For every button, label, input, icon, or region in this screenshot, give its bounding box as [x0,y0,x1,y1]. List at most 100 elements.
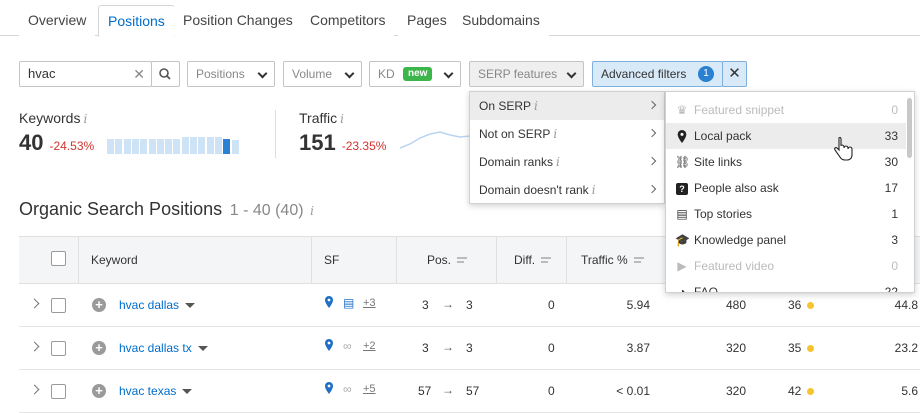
pos-from: 57 [418,384,432,398]
sparkline-bar [140,139,148,154]
tab-pages[interactable]: Pages [398,5,456,36]
keyword-link[interactable]: hvac dallas tx [119,341,208,355]
tab-subdomains[interactable]: Subdomains [453,5,549,36]
crown-icon: ♛ [676,103,688,117]
traffic-metric[interactable]: Traffic i [299,110,344,126]
tab-position-changes[interactable]: Position Changes [174,5,302,36]
info-icon[interactable]: i [340,112,344,126]
feature-item[interactable]: Local pack 33 [666,123,906,149]
sparkline-bar [231,140,239,154]
diff-value: 0 [548,384,555,398]
keywords-change: -24.53% [49,139,95,153]
serp-features-label: SERP features [478,67,558,81]
feature-item[interactable]: ? People also ask 17 [666,175,906,201]
hand-cursor-icon [834,137,853,161]
feature-label: Site links [694,155,743,169]
menu-item-on-serp[interactable]: On SERP i [470,92,664,120]
cpc-value: 44.8 [894,298,918,312]
chevron-down-icon [566,68,577,79]
link-icon: ∞ [343,382,352,396]
feature-item[interactable]: ⛓ Site links 30 [666,149,906,175]
row-checkbox[interactable] [51,298,66,313]
sparkline-bar [156,139,164,154]
volume-label: Volume [292,67,333,81]
add-keyword-icon[interactable]: + [92,341,106,355]
keywords-metric[interactable]: Keywords i [19,110,87,126]
sparkline-bar [165,139,173,154]
volume-value: 320 [725,341,746,355]
pos-to: 3 [466,341,473,355]
pos-from: 3 [422,298,429,312]
feature-count: 3 [891,233,898,247]
pos-to: 57 [466,384,480,398]
feature-item[interactable]: ◔ FAQ 22 [666,279,906,292]
add-keyword-icon[interactable]: + [92,298,106,312]
feature-item[interactable]: ▤ Top stories 1 [666,201,906,227]
header-keyword[interactable]: Keyword [91,253,138,267]
tab-competitors[interactable]: Competitors [301,5,395,36]
volume-value: 320 [725,384,746,398]
feature-count: 33 [884,129,898,143]
sf-more-link[interactable]: +3 [363,297,376,309]
clear-filters-button[interactable]: ✕ [722,61,747,87]
header-traffic-label: Traffic % [581,253,628,267]
keywords-value: 40 [19,130,44,155]
header-pos[interactable]: Pos. [427,253,468,267]
header-diff[interactable]: Diff. [514,253,552,267]
new-badge: new [403,67,433,81]
menu-item-domain-ranks[interactable]: Domain ranks i [470,148,664,176]
feature-count: 1 [891,207,898,221]
menu-item-domain-doesnt-rank[interactable]: Domain doesn't rank i [470,176,664,204]
menu-item-not-on-serp[interactable]: Not on SERP i [470,120,664,148]
tab-positions[interactable]: Positions [98,5,175,37]
advanced-filters-button[interactable]: Advanced filters 1 [592,61,723,87]
feature-item: ▶ Featured video 0 [666,253,906,279]
caret-down-icon[interactable] [182,389,193,395]
kd-difficulty-dot [807,302,815,310]
positions-dropdown[interactable]: Positions [187,61,275,87]
row-checkbox[interactable] [51,341,66,356]
serp-features-dropdown[interactable]: SERP features [469,61,584,87]
clear-icon[interactable]: ✕ [133,62,145,86]
section-title: Organic Search Positions [19,199,223,219]
chevron-right-icon [647,100,657,110]
scrollbar[interactable] [907,98,912,158]
serp-features-menu: ♛ Featured snippet 0 Local pack 33 ⛓ Sit… [665,91,915,293]
kd-difficulty-dot [807,388,815,396]
feature-label: Local pack [694,129,752,143]
search-input[interactable]: hvac ✕ [19,61,152,87]
volume-dropdown[interactable]: Volume [283,61,362,87]
info-icon[interactable]: i [83,112,87,126]
sparkline-bar [173,139,181,154]
pos-to: 3 [466,298,473,312]
caret-down-icon[interactable] [185,303,196,309]
row-checkbox[interactable] [51,384,66,399]
header-sf[interactable]: SF [324,253,339,267]
keyword-link[interactable]: hvac texas [119,384,193,398]
sparkline-bar [148,139,156,154]
keyword-link[interactable]: hvac dallas [119,298,196,312]
section-range: 1 - 40 (40) [229,202,304,219]
feature-label: Knowledge panel [694,233,787,247]
feature-item[interactable]: 🎓 Knowledge panel 3 [666,227,906,253]
header-traffic[interactable]: Traffic % [581,253,644,267]
volume-value: 480 [725,298,746,312]
news-icon: ▤ [343,296,355,310]
tab-overview[interactable]: Overview [19,5,96,36]
filter-count-badge: 1 [698,66,714,82]
info-icon[interactable]: i [310,204,314,218]
sparkline-bar [107,139,114,154]
col-divider [311,237,312,284]
sf-more-link[interactable]: +2 [363,340,376,352]
traffic-percent: 3.87 [626,341,650,355]
video-icon: ▶ [677,259,687,273]
sf-more-link[interactable]: +5 [363,383,376,395]
caret-down-icon[interactable] [197,346,208,352]
kd-dropdown[interactable]: KD new [369,61,461,87]
arrow-right-icon: → [442,340,454,354]
kd-value: 36 [788,298,815,312]
add-keyword-icon[interactable]: + [92,384,106,398]
news-icon: ▤ [676,207,688,221]
search-button[interactable] [151,61,180,87]
select-all-checkbox[interactable] [51,251,66,266]
